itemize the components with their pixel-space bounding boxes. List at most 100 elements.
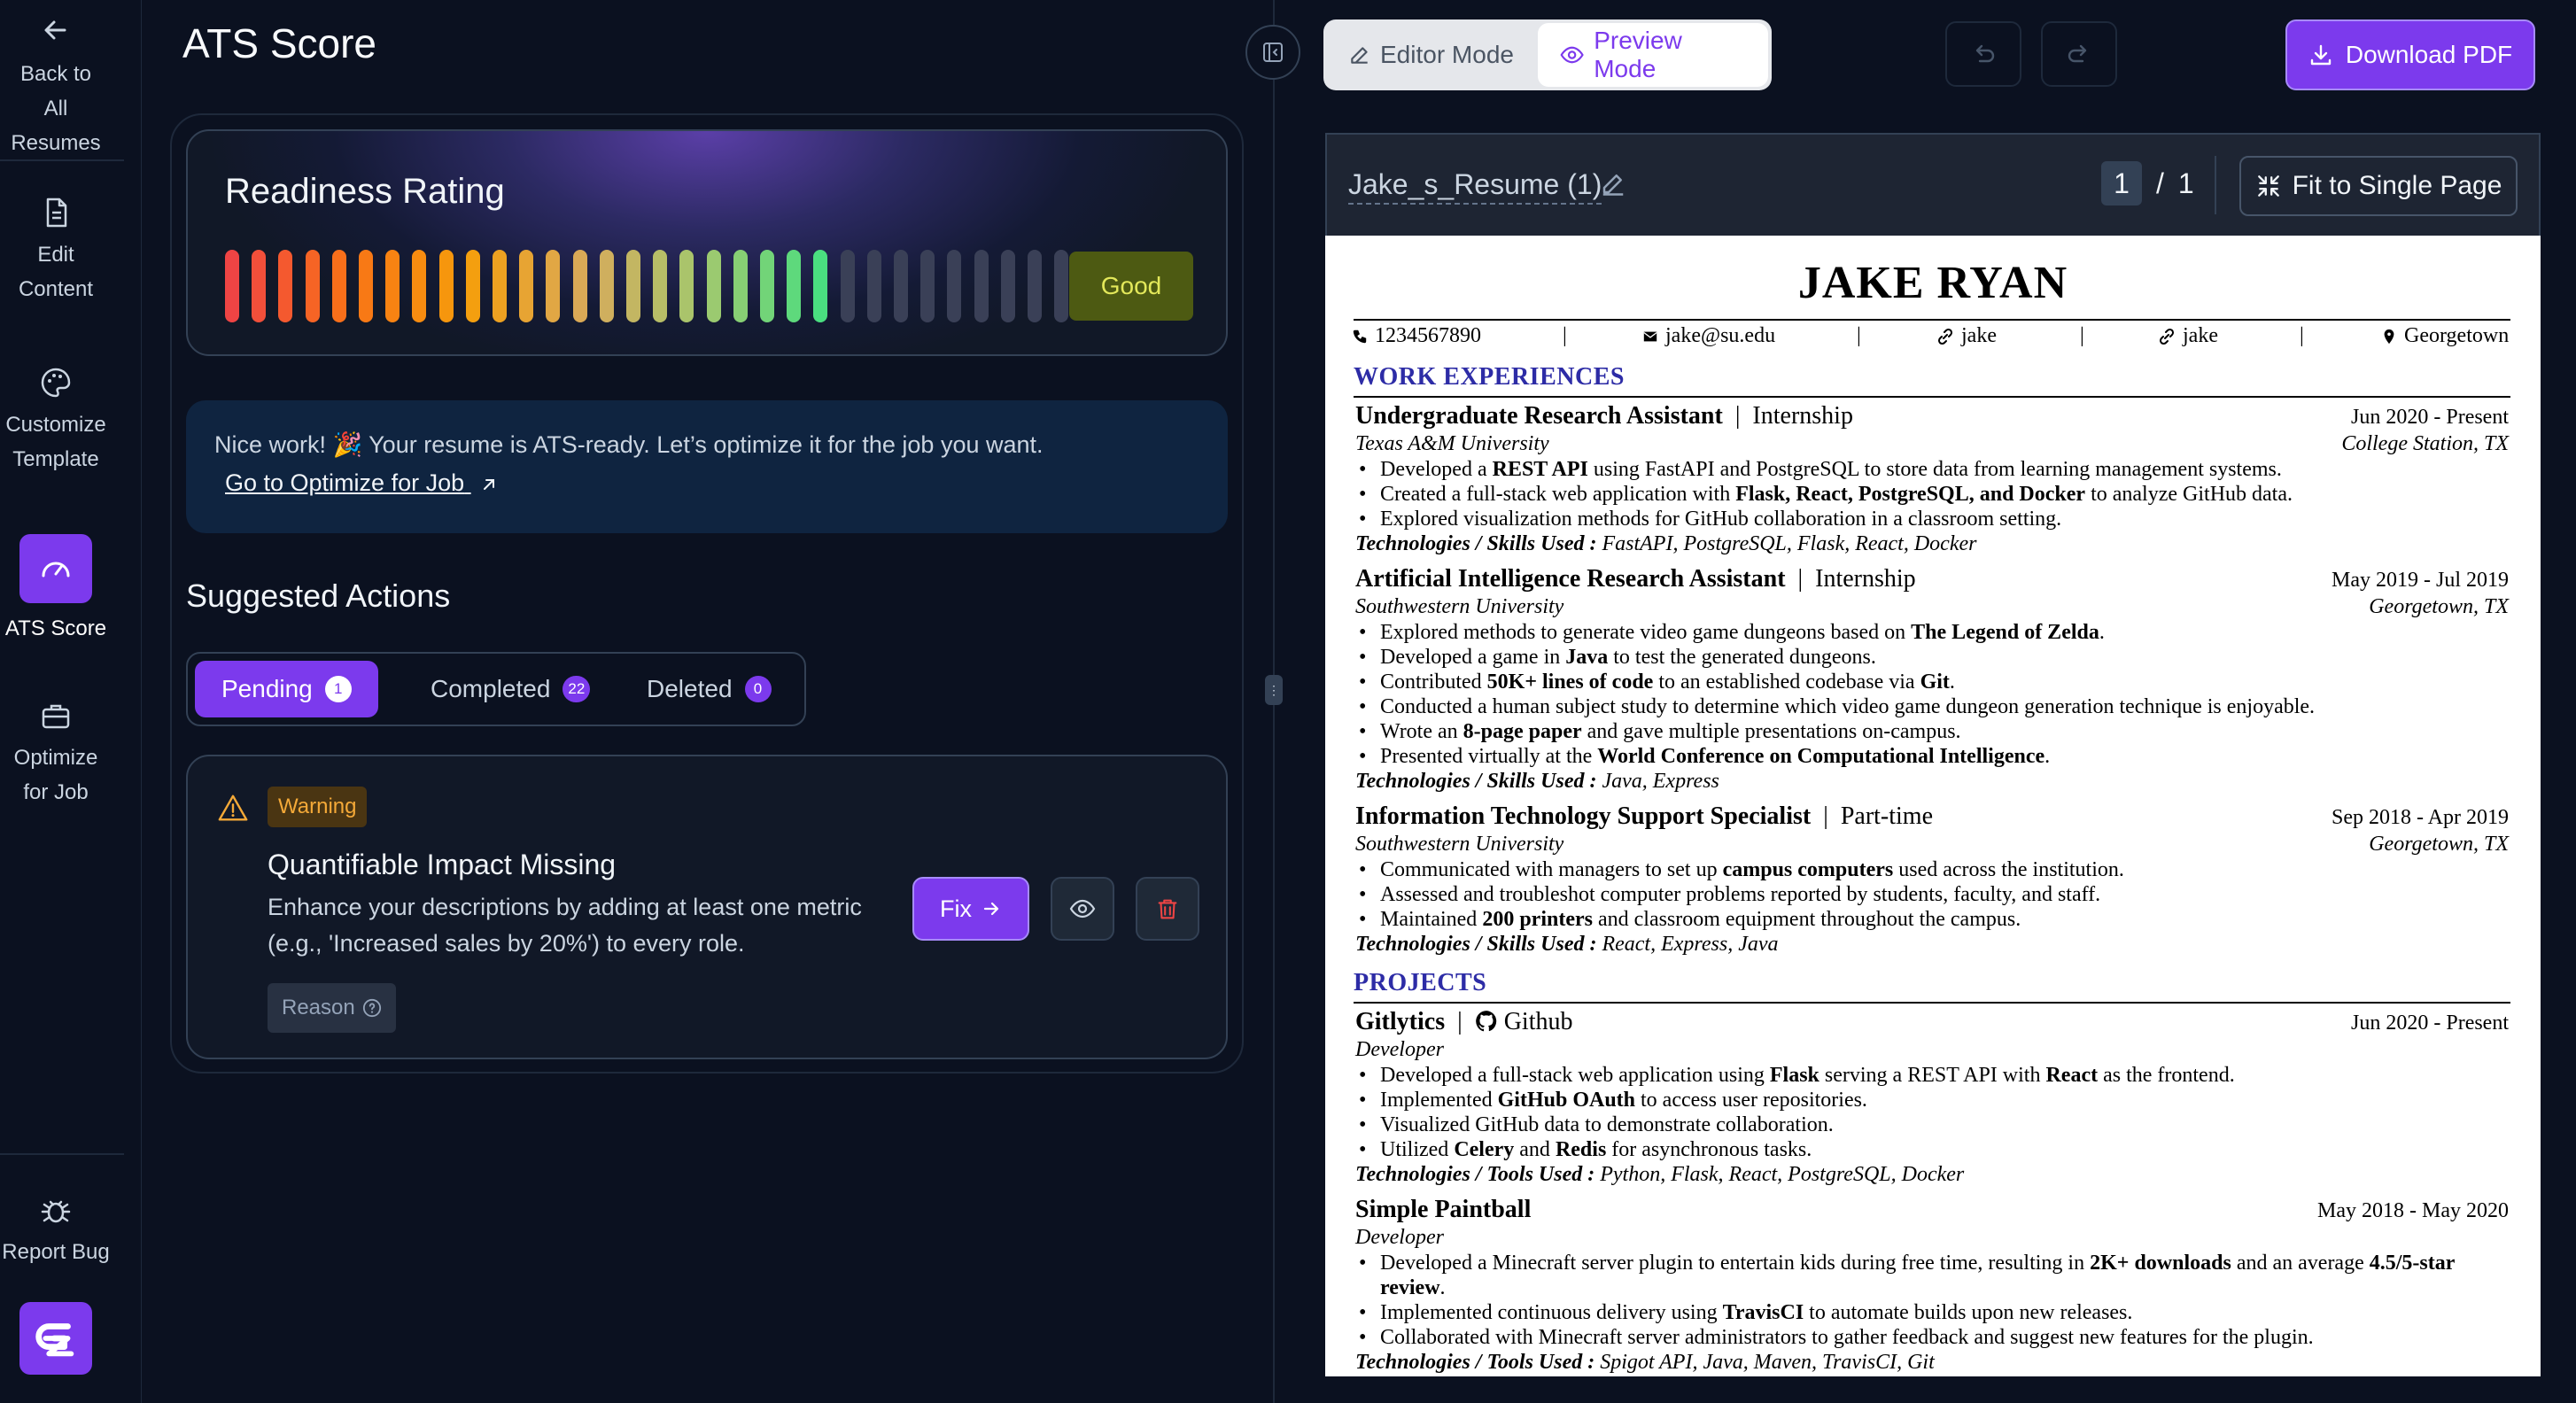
bullet-text: and (1514, 1138, 1556, 1161)
meter-bar-empty (894, 250, 908, 322)
download-icon (2310, 44, 2332, 66)
bullet-bold: review (1380, 1276, 1440, 1299)
name-rule (1354, 319, 2510, 321)
meter-bar-empty (1000, 250, 1015, 322)
sidebar-item-edit-content[interactable]: Edit Content (0, 195, 112, 306)
project-bullet: Collaborated with Minecraft server admin… (1355, 1325, 2509, 1350)
bullet-bold: campus computers (1722, 858, 1894, 881)
work-bullet: Conducted a human subject study to deter… (1355, 694, 2509, 719)
work-bullet: Developed a REST API using FastAPI and P… (1355, 457, 2509, 482)
link-icon (1937, 328, 1953, 345)
bullet-bold: 4.5/5-star (2369, 1252, 2456, 1275)
bullet-text: Created a full-stack web application wit… (1380, 483, 1736, 506)
tech-list: React, Express, Java (1602, 933, 1779, 956)
project-role: Developer (1355, 1038, 1444, 1061)
work-title: Artificial Intelligence Research Assista… (1355, 565, 1786, 593)
tab-deleted[interactable]: Deleted 0 (625, 661, 793, 717)
work-bullet: Maintained 200 printers and classroom eq… (1355, 907, 2509, 932)
delete-suggestion-button[interactable] (1136, 877, 1199, 941)
bullet-text: to automate builds upon new releases. (1804, 1301, 2133, 1324)
tab-completed[interactable]: Completed 22 (409, 661, 611, 717)
bullet-text: Assessed and troubleshot computer proble… (1380, 883, 2101, 906)
fit-label: Fit to Single Page (2292, 171, 2502, 200)
reason-label: Reason (282, 996, 355, 1019)
collapse-panel-button[interactable] (1245, 25, 1300, 80)
reason-button[interactable]: Reason (268, 983, 396, 1033)
work-date: May 2019 - Jul 2019 (2332, 569, 2509, 592)
meter-bar-filled (519, 250, 534, 322)
sidebar-divider (0, 159, 124, 161)
work-org: Texas A&M University (1355, 432, 1549, 455)
redo-button[interactable] (2041, 21, 2117, 87)
sidebar-item-optimize-for-job[interactable]: Optimize for Job (0, 698, 112, 810)
work-tech: Technologies / Skills Used : FastAPI, Po… (1355, 531, 2509, 556)
report-bug-button[interactable]: Report Bug (0, 1192, 112, 1269)
trash-icon (1158, 899, 1177, 919)
bug-icon (41, 1200, 71, 1223)
bullet-text: Developed a Minecraft server plugin to e… (1380, 1252, 2091, 1275)
pencil-icon (1351, 47, 1368, 64)
mode-toggle: Editor Mode Preview Mode (1323, 19, 1772, 90)
ats-score-active-bg[interactable] (19, 534, 92, 603)
logo-mark-icon (35, 1323, 74, 1357)
preview-suggestion-button[interactable] (1051, 877, 1114, 941)
customize-label-1: Customize (5, 413, 106, 437)
page-separator: / (2156, 167, 2164, 199)
fit-to-single-page-button[interactable]: Fit to Single Page (2239, 156, 2518, 216)
meter-bar-filled (225, 250, 239, 322)
contact-link-1: jake (1936, 324, 1997, 348)
project-tech: Technologies / Tools Used : Spigot API, … (1355, 1350, 2509, 1375)
meter-bar-filled (760, 250, 774, 322)
tech-list: Spigot API, Java, Maven, TravisCI, Git (1600, 1351, 1935, 1374)
meter-bar-filled (653, 250, 668, 322)
work-bullet: Explored methods to generate video game … (1355, 620, 2509, 645)
bullet-bold: Flask, React, PostgreSQL, and Docker (1735, 483, 2086, 506)
palette-icon (41, 368, 71, 398)
shrink-icon (2257, 175, 2279, 197)
project-bullet: Utilized Celery and Redis for asynchrono… (1355, 1137, 2509, 1162)
current-page[interactable]: 1 (2101, 161, 2142, 205)
preview-mode-button[interactable]: Preview Mode (1538, 23, 1768, 87)
back-label-2: All Resumes (11, 97, 101, 155)
editor-mode-button[interactable]: Editor Mode (1327, 23, 1535, 87)
bullet-text: Developed a (1380, 458, 1493, 481)
meter-bar-empty (947, 250, 962, 322)
suggestion-title: Quantifiable Impact Missing (268, 849, 617, 880)
bullet-text: . (2045, 745, 2051, 768)
suggestion-desc-line1: Enhance your descriptions by adding at l… (268, 894, 862, 920)
resize-handle[interactable]: ⋮ (1265, 675, 1283, 705)
work-bullet: Explored visualization methods for GitHu… (1355, 507, 2509, 531)
contact-phone: 1234567890 (1352, 324, 1481, 348)
work-entry: Information Technology Support Specialis… (1355, 802, 2509, 957)
optimize-for-job-link[interactable]: Go to Optimize for Job (225, 469, 498, 497)
sidebar-item-customize-template[interactable]: Customize Template (0, 365, 112, 477)
tab-pending[interactable]: Pending 1 (195, 661, 378, 717)
eye-icon (1560, 46, 1584, 64)
project-link[interactable]: Github (1504, 1008, 1573, 1035)
fix-button[interactable]: Fix (912, 877, 1029, 941)
bullet-bold: 8-page paper (1463, 720, 1582, 743)
meter-bar-filled (679, 250, 694, 322)
meter-bar-filled (493, 250, 507, 322)
email-text: jake@su.edu (1665, 324, 1776, 347)
work-date: Jun 2020 - Present (2351, 406, 2509, 429)
download-label: Download PDF (2345, 41, 2513, 68)
undo-button[interactable] (1945, 21, 2021, 87)
bullet-text: Contributed (1380, 670, 1487, 694)
document-name[interactable]: Jake_s_Resume (1) (1348, 168, 1602, 205)
edit-name-icon[interactable] (1600, 170, 1626, 197)
bullet-text: Implemented (1380, 1089, 1498, 1112)
download-pdf-button[interactable]: Download PDF (2285, 19, 2535, 90)
tech-list: FastAPI, PostgreSQL, Flask, React, Docke… (1602, 532, 1977, 555)
project-bullet: Implemented continuous delivery using Tr… (1355, 1300, 2509, 1325)
project-bullet: Developed a Minecraft server plugin to e… (1355, 1251, 2509, 1300)
work-location: Georgetown, TX (2369, 595, 2509, 618)
bullet-bold: React (2045, 1064, 2099, 1087)
contact-separator: | (2080, 324, 2084, 347)
back-to-resumes-button[interactable]: Back to All Resumes (0, 12, 112, 160)
app-logo[interactable] (19, 1302, 92, 1375)
tab-deleted-label: Deleted (647, 675, 733, 702)
doc-bar-divider (2215, 156, 2216, 214)
report-label: Report Bug (2, 1240, 110, 1264)
sidebar-item-ats-score[interactable]: ATS Score (0, 611, 112, 646)
